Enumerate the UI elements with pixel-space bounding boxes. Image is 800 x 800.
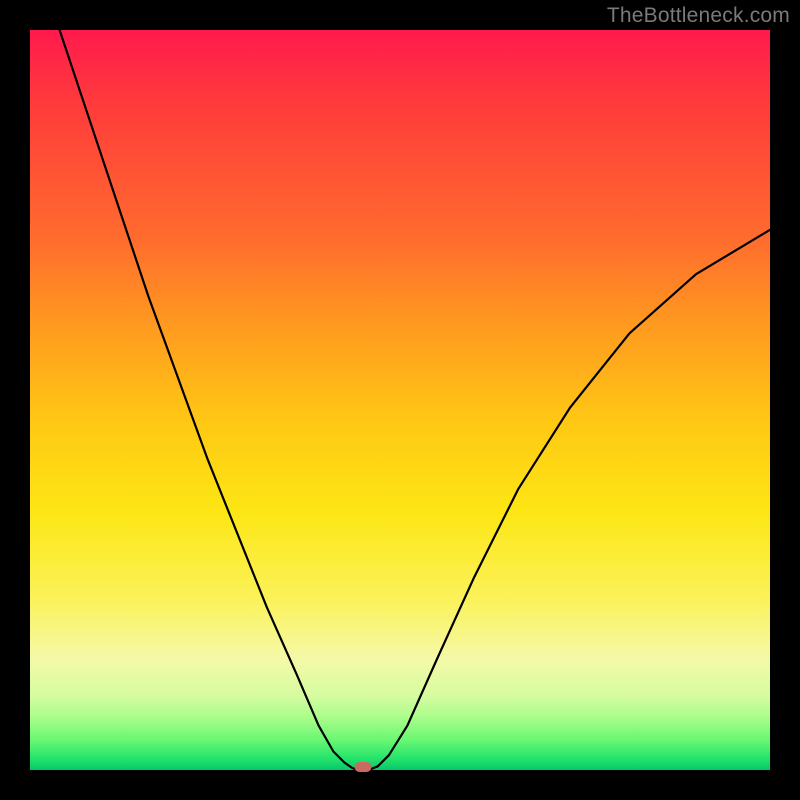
plot-area bbox=[30, 30, 770, 770]
bottleneck-curve bbox=[30, 30, 770, 770]
chart-stage: TheBottleneck.com bbox=[0, 0, 800, 800]
watermark-text: TheBottleneck.com bbox=[607, 4, 790, 28]
optimal-point-marker bbox=[355, 762, 372, 772]
curve-path bbox=[60, 30, 770, 769]
